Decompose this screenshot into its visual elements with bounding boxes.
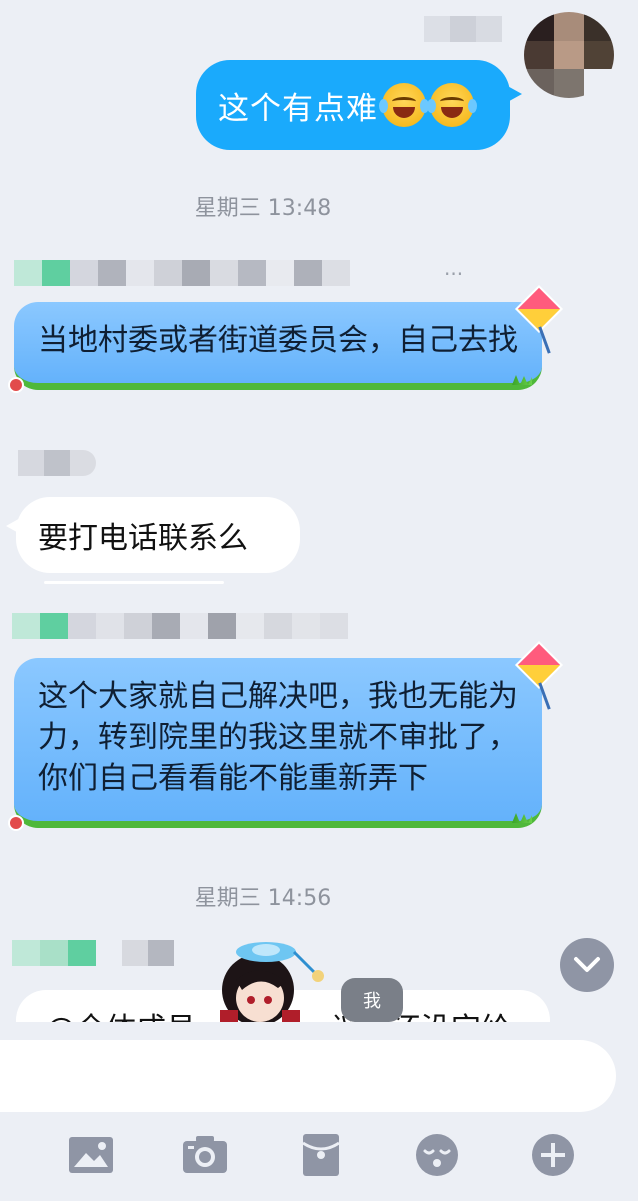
kite-string (538, 326, 551, 354)
self-name-blurred (424, 16, 502, 42)
bubble-tail (504, 84, 522, 104)
red-packet-icon (302, 1134, 340, 1176)
chevron-down-icon (574, 957, 600, 972)
image-button[interactable] (66, 1130, 116, 1180)
emoji-icon (416, 1134, 458, 1176)
received-message-bubble[interactable]: 要打电话联系么 (6, 497, 300, 573)
ellipsis-icon[interactable]: ··· (444, 262, 463, 286)
kite-string (538, 682, 551, 710)
received-message-bubble[interactable]: 这个大家就自己解决吧，我也无能为力，转到院里的我这里就不审批了，你们自己看看能不… (8, 640, 564, 831)
red-packet-button[interactable] (296, 1130, 346, 1180)
chat-screen: 这个有点难 星期三 13:48 ··· 当地村委或者街道委员会，自己去找 要打电… (0, 0, 638, 1201)
input-area (0, 1022, 638, 1201)
message-text: 要打电话联系么 (38, 521, 248, 556)
camera-icon (183, 1136, 227, 1173)
input-toolbar (0, 1130, 638, 1180)
message-text: 当地村委或者街道委员会，自己去找 (38, 323, 518, 358)
me-badge: 我 (341, 978, 403, 1022)
pin-decoration (8, 377, 24, 393)
message-input[interactable] (0, 1040, 616, 1112)
scroll-to-bottom-button[interactable] (560, 938, 614, 992)
timestamp: 星期三 13:48 (194, 196, 332, 221)
received-message-bubble[interactable]: 当地村委或者街道委员会，自己去找 (8, 284, 564, 393)
emoji-button[interactable] (412, 1130, 462, 1180)
sender-name-blurred (12, 613, 348, 639)
self-message-text: 这个有点难 (218, 90, 378, 127)
sender-name-blurred (12, 940, 174, 966)
plus-icon (532, 1134, 574, 1176)
sender-name-blurred (14, 260, 350, 286)
self-avatar[interactable] (524, 12, 614, 98)
divider (44, 581, 224, 584)
message-text: 这个大家就自己解决吧，我也无能为力，转到院里的我这里就不审批了，你们自己看看能不… (38, 679, 518, 796)
camera-button[interactable] (180, 1130, 230, 1180)
tears-of-joy-emoji-icon (427, 83, 477, 127)
image-icon (69, 1137, 113, 1173)
pin-decoration (8, 815, 24, 831)
grass-decoration (512, 375, 532, 385)
plus-button[interactable] (528, 1130, 578, 1180)
timestamp: 星期三 14:56 (194, 886, 332, 911)
grass-decoration (512, 813, 532, 823)
self-message-bubble[interactable]: 这个有点难 (196, 60, 522, 150)
anime-character-sticker (220, 942, 324, 1026)
sender-name-blurred (18, 450, 96, 476)
tears-of-joy-emoji-icon (379, 83, 429, 127)
bubble-tail (6, 517, 22, 535)
